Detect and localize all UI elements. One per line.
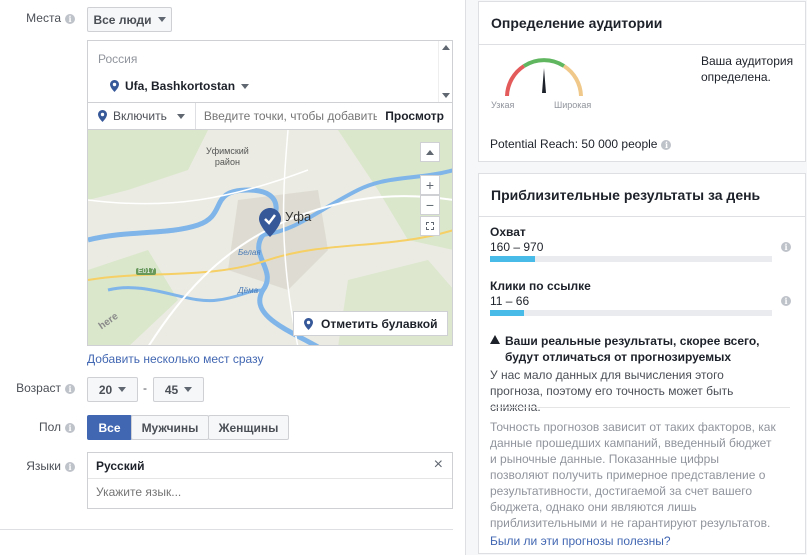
info-icon[interactable]: i bbox=[65, 461, 75, 472]
map-expand-button[interactable] bbox=[420, 142, 440, 162]
reach-bar bbox=[490, 256, 772, 262]
divider bbox=[88, 478, 452, 479]
caret-down-icon bbox=[184, 387, 193, 392]
include-dropdown[interactable]: Включить bbox=[88, 103, 196, 129]
audience-status: Ваша аудитория определена. bbox=[701, 54, 794, 84]
map-pin-icon bbox=[259, 208, 281, 237]
selected-locations-box: Россия Ufa, Bashkortostan bbox=[87, 40, 453, 103]
location-pin-icon bbox=[304, 317, 313, 330]
gender-label: Пол i bbox=[0, 420, 75, 434]
info-icon[interactable]: i bbox=[65, 383, 75, 394]
location-pin-icon bbox=[98, 110, 107, 122]
caret-down-icon bbox=[157, 17, 166, 22]
places-label: Места i bbox=[0, 11, 75, 25]
age-label: Возраст i bbox=[0, 381, 75, 395]
audience-definition-card: Определение аудитории Узкая Широкая Ваша… bbox=[478, 1, 806, 162]
disclaimer: Точность прогнозов зависит от таких факт… bbox=[490, 420, 776, 530]
map-label-city: Уфа bbox=[285, 209, 312, 224]
clicks-label: Клики по ссылке bbox=[490, 279, 591, 293]
clicks-bar-fill bbox=[490, 310, 524, 316]
divider bbox=[0, 529, 453, 530]
reach-bar-fill bbox=[490, 256, 536, 262]
location-map[interactable]: Уфимский район Уфа Белая Дёма E017 here … bbox=[87, 129, 453, 346]
zoom-out-button[interactable]: − bbox=[420, 195, 440, 215]
location-search-row: Включить Просмотр bbox=[87, 102, 453, 130]
country-label: Россия bbox=[98, 52, 138, 66]
places-audience-dropdown[interactable]: Все люди bbox=[87, 7, 172, 32]
scroll-up-icon[interactable] bbox=[442, 45, 450, 50]
info-icon[interactable]: i bbox=[65, 422, 75, 433]
caret-down-icon bbox=[118, 387, 127, 392]
gender-women-button[interactable]: Женщины bbox=[208, 415, 289, 440]
age-from-dropdown[interactable]: 20 bbox=[87, 377, 138, 402]
map-label-river: Белая bbox=[238, 248, 261, 257]
potential-reach: Potential Reach: 50 000 people i bbox=[490, 137, 672, 151]
map-label-district: Уфимский район bbox=[206, 146, 249, 167]
info-icon[interactable]: i bbox=[781, 242, 791, 252]
reach-value: 160 – 970 bbox=[490, 240, 544, 254]
scroll-down-icon[interactable] bbox=[442, 93, 450, 98]
selected-language: Русский bbox=[96, 459, 145, 473]
gender-all-button[interactable]: Все bbox=[87, 415, 132, 440]
caret-down-icon bbox=[176, 113, 185, 119]
remove-language-icon[interactable]: × bbox=[434, 456, 443, 474]
daily-title: Приблизительные результаты за день bbox=[479, 174, 805, 217]
view-button[interactable]: Просмотр bbox=[377, 109, 452, 123]
location-search-input[interactable] bbox=[195, 109, 378, 123]
warning: Ваши реальные результаты, скорее всего, … bbox=[490, 333, 790, 365]
warning-title: Ваши реальные результаты, скорее всего, … bbox=[505, 334, 760, 364]
info-icon[interactable]: i bbox=[65, 13, 75, 24]
audience-gauge bbox=[505, 58, 583, 97]
languages-box: Русский × bbox=[87, 452, 453, 509]
location-item[interactable]: Ufa, Bashkortostan bbox=[110, 79, 250, 93]
divider bbox=[490, 407, 790, 408]
caret-down-icon[interactable] bbox=[241, 83, 250, 89]
languages-label: Языки i bbox=[0, 459, 75, 473]
drop-pin-button[interactable]: Отметить булавкой bbox=[293, 311, 449, 336]
info-icon[interactable]: i bbox=[661, 139, 672, 150]
map-road-sign: E017 bbox=[136, 268, 157, 275]
feedback-link[interactable]: Были ли эти прогнозы полезны? bbox=[490, 534, 671, 548]
clicks-bar bbox=[490, 310, 772, 316]
location-pin-icon bbox=[110, 80, 119, 92]
recenter-icon[interactable] bbox=[420, 216, 440, 236]
gauge-wide-label: Широкая bbox=[554, 100, 592, 110]
info-icon[interactable]: i bbox=[781, 296, 791, 306]
clicks-value: 11 – 66 bbox=[490, 294, 530, 308]
gauge-narrow-label: Узкая bbox=[491, 100, 515, 110]
zoom-in-button[interactable]: + bbox=[420, 175, 440, 195]
warning-icon bbox=[490, 335, 500, 344]
language-input[interactable] bbox=[96, 485, 436, 499]
age-to-dropdown[interactable]: 45 bbox=[153, 377, 204, 402]
gender-men-button[interactable]: Мужчины bbox=[131, 415, 209, 440]
audience-title: Определение аудитории bbox=[479, 2, 805, 45]
map-label-river: Дёма bbox=[238, 286, 259, 295]
targeting-panel: Места i Все люди Россия Ufa, Bashkortosta… bbox=[0, 0, 466, 555]
reach-label: Охват bbox=[490, 225, 526, 239]
daily-results-card: Приблизительные результаты за день Охват… bbox=[478, 173, 806, 554]
age-separator: - bbox=[143, 381, 147, 395]
scrollbar[interactable] bbox=[438, 41, 452, 102]
bulk-locations-link[interactable]: Добавить несколько мест сразу bbox=[87, 352, 263, 366]
chevron-up-icon bbox=[426, 149, 434, 155]
